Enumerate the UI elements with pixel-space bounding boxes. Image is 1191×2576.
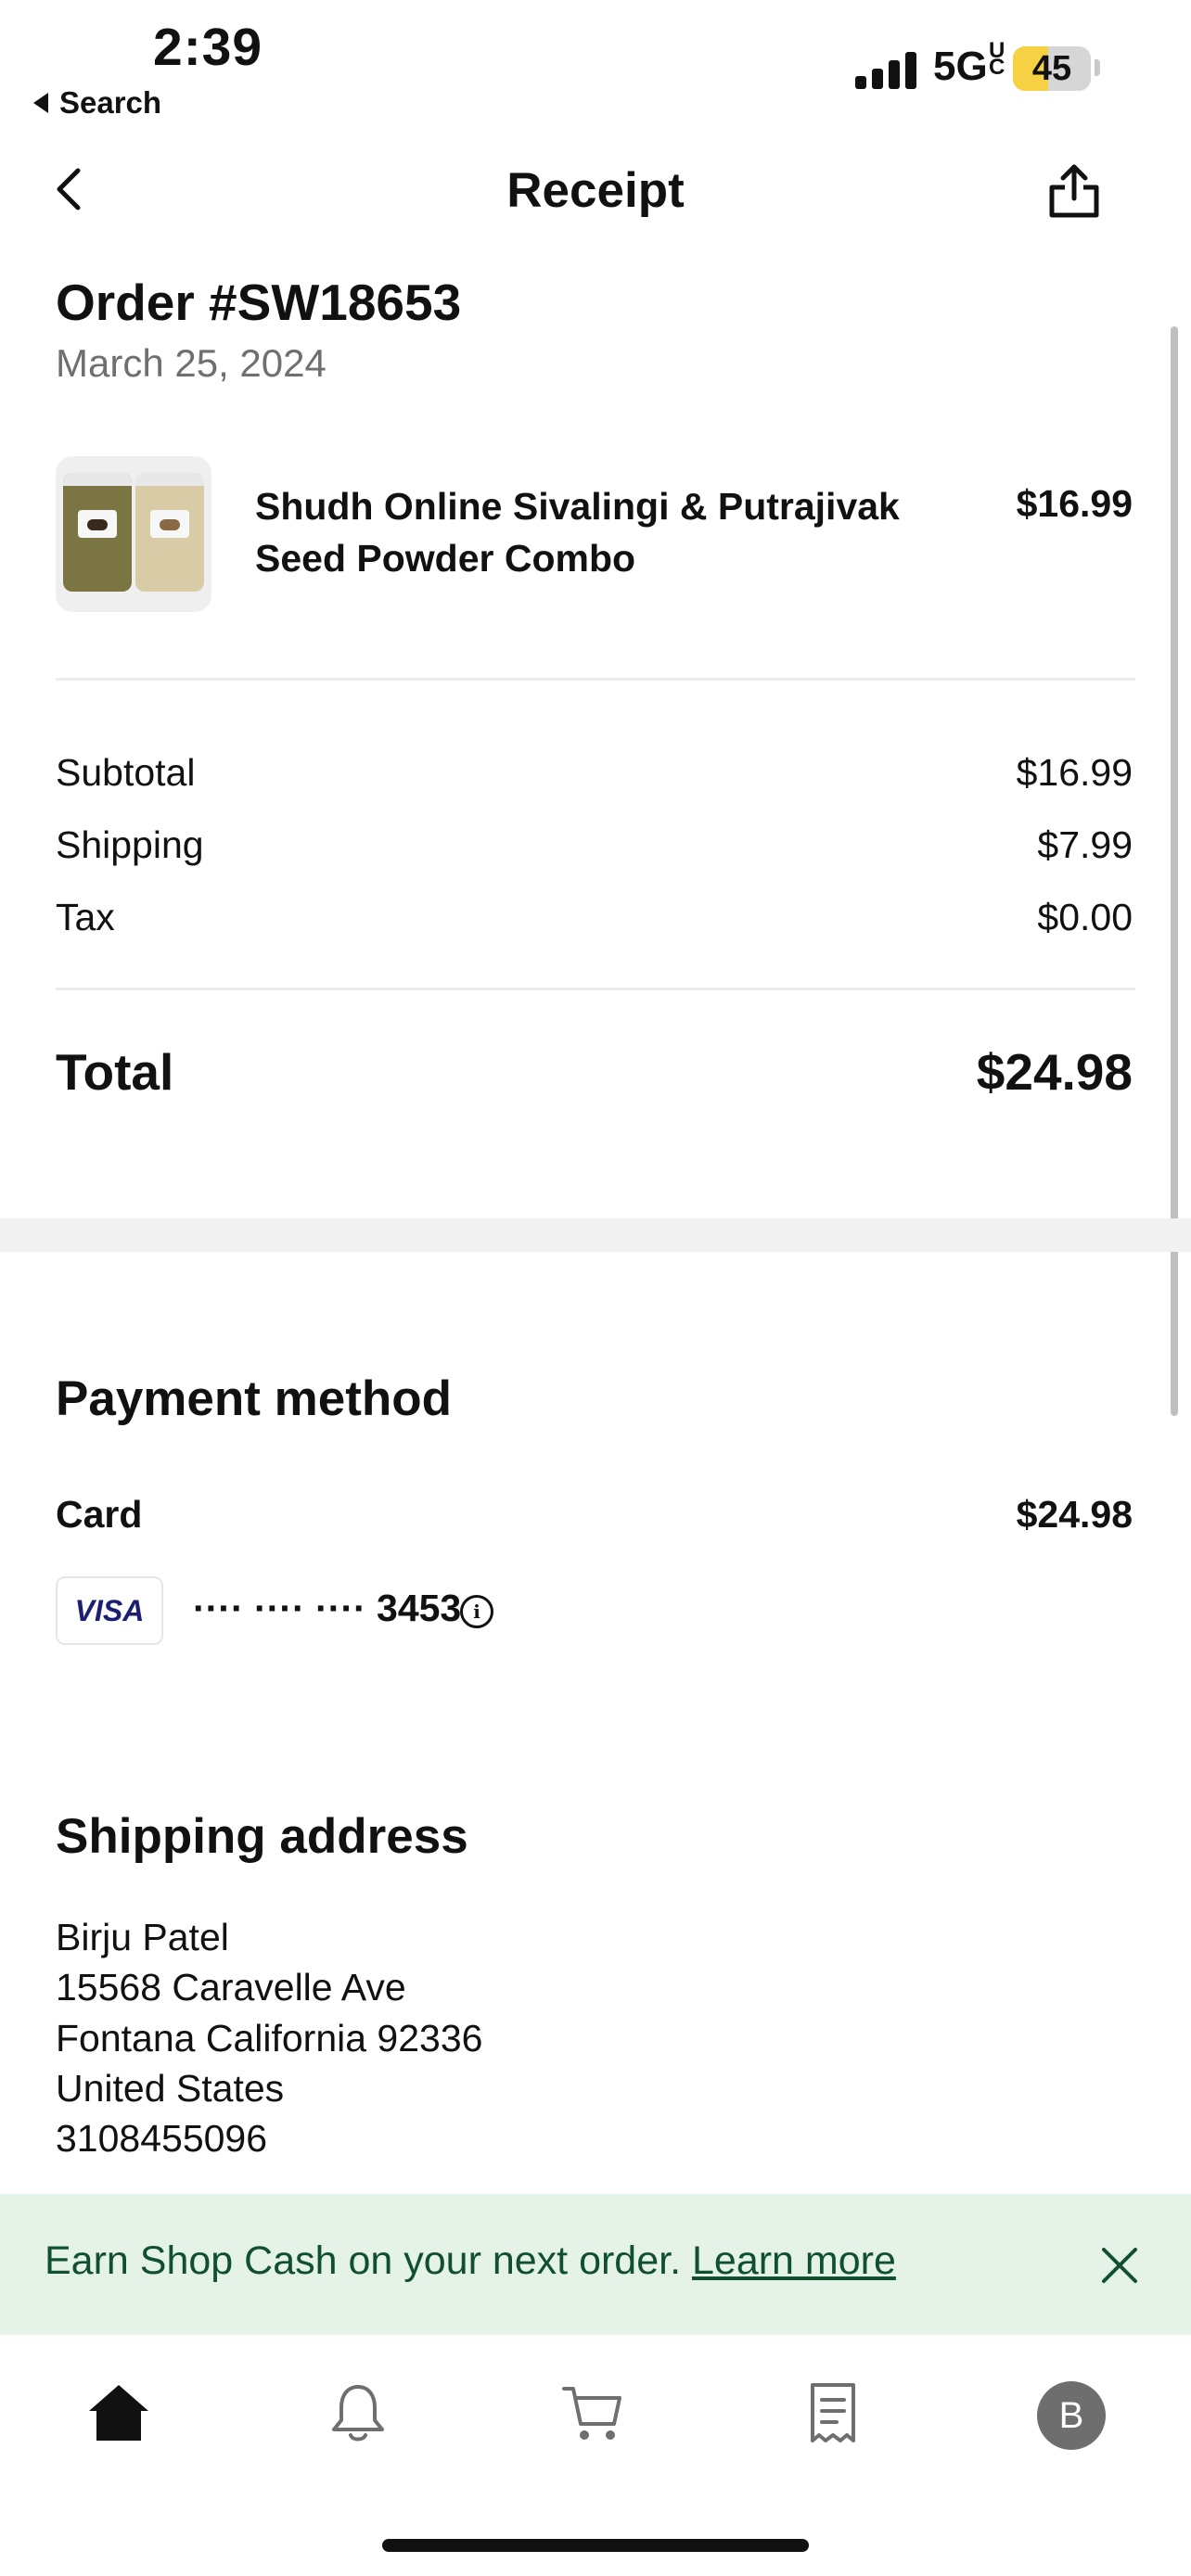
profile-avatar[interactable]: B [1037,2381,1106,2450]
back-triangle-icon [33,93,48,113]
powder-pack-green [63,473,132,592]
network-type: 5GU C [933,38,1005,90]
home-icon[interactable] [85,2379,152,2446]
shipping-label: Shipping [56,823,204,866]
info-icon[interactable]: i [460,1595,493,1628]
address-country: United States [56,2067,285,2110]
total-label: Total [56,1043,174,1101]
receipt-icon[interactable] [800,2379,866,2446]
back-to-search-link[interactable]: Search [33,85,161,121]
learn-more-link[interactable]: Learn more [692,2238,896,2283]
powder-pack-beige [135,473,204,592]
address-name: Birju Patel [56,1916,229,1958]
battery-icon: 45 [1013,46,1091,91]
shipping-value: $7.99 [1037,823,1133,866]
visa-logo: VISA [56,1576,163,1645]
tax-value: $0.00 [1037,896,1133,938]
close-icon[interactable] [1098,2244,1141,2287]
status-time: 2:39 [153,18,263,77]
address-city: Fontana California 92336 [56,2017,483,2060]
card-amount: $24.98 [1016,1493,1133,1536]
shipping-address-heading: Shipping address [56,1809,468,1864]
divider [56,678,1135,681]
banner-text: Earn Shop Cash on your next order. [45,2238,682,2283]
address-street: 15568 Caravelle Ave [56,1966,406,2009]
battery-level: 45 [1031,49,1072,88]
section-separator [0,1218,1191,1252]
masked-card-number: ···· ···· ···· 3453 [193,1587,462,1629]
bell-icon[interactable] [325,2379,391,2446]
address-phone: 3108455096 [56,2117,268,2160]
item-name[interactable]: Shudh Online Sivalingi & Putrajivak Seed… [255,480,960,584]
order-number: Order #SW18653 [56,274,462,331]
divider [56,988,1135,990]
cart-icon[interactable] [560,2379,627,2446]
signal-strength-icon [855,48,920,89]
payment-method-heading: Payment method [56,1371,453,1426]
item-price: $16.99 [1016,482,1133,525]
back-app-label: Search [59,85,162,120]
subtotal-label: Subtotal [56,751,196,794]
scrollbar[interactable] [1171,326,1178,1416]
subtotal-value: $16.99 [1016,751,1133,794]
banner-message: Earn Shop Cash on your next order. Learn… [45,2238,896,2284]
tax-label: Tax [56,896,115,938]
total-value: $24.98 [976,1043,1133,1101]
card-label: Card [56,1493,143,1536]
home-indicator[interactable] [382,2539,809,2552]
product-thumbnail[interactable] [56,456,211,612]
share-icon[interactable] [1046,161,1102,221]
battery-nub [1095,59,1100,76]
page-title: Receipt [506,163,685,218]
order-date: March 25, 2024 [56,341,327,385]
